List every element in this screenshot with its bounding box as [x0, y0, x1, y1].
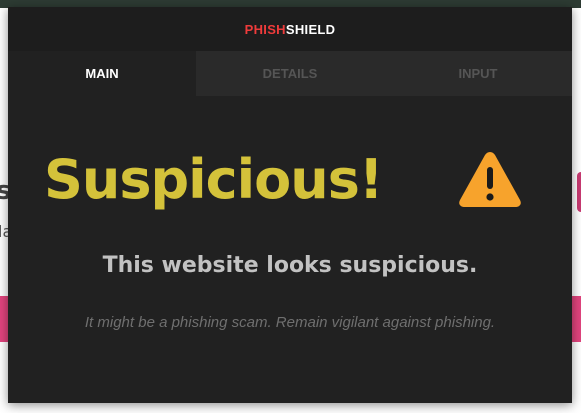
brand-name-phish: PHISH	[244, 21, 286, 37]
tab-input[interactable]: INPUT	[384, 51, 572, 96]
verdict-row: Suspicious!	[8, 140, 572, 220]
warning-icon	[459, 152, 521, 207]
brand-name-shield: SHIELD	[285, 21, 336, 37]
background-side-button	[577, 172, 581, 212]
tab-bar: MAIN DETAILS INPUT	[8, 51, 572, 96]
verdict-subtitle: This website looks suspicious.	[102, 253, 478, 278]
tab-details[interactable]: DETAILS	[196, 51, 384, 96]
main-panel: Suspicious! This website looks suspiciou…	[8, 96, 572, 403]
extension-popup: PHISH SHIELD MAIN DETAILS INPUT Suspiciou…	[8, 7, 572, 403]
tab-main[interactable]: MAIN	[8, 51, 196, 96]
verdict-headline: Suspicious!	[44, 148, 383, 211]
popup-header: PHISH SHIELD	[8, 7, 572, 51]
verdict-note: It might be a phishing scam. Remain vigi…	[84, 314, 496, 331]
